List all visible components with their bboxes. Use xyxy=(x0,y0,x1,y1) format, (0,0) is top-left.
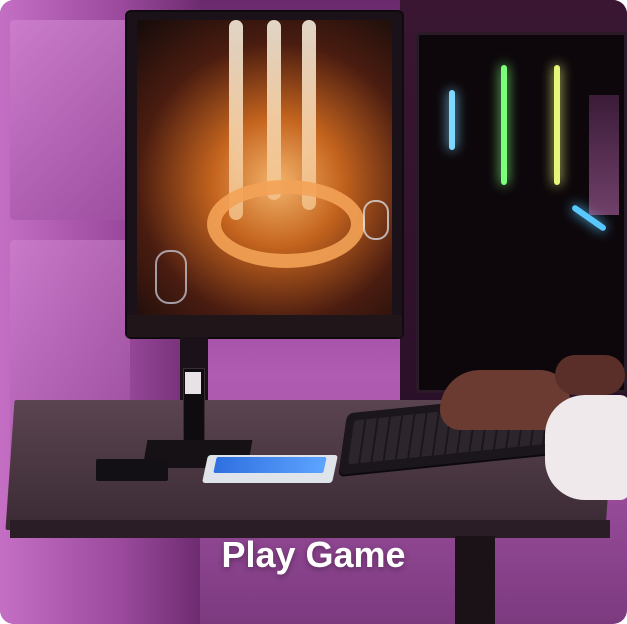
rgb-light xyxy=(554,65,560,185)
monitor-bezel xyxy=(127,315,402,337)
game-screen xyxy=(137,20,392,315)
ssd-label xyxy=(185,372,201,394)
enclosure-panel xyxy=(213,457,327,473)
usb-drive-icon xyxy=(96,459,168,481)
light-beam xyxy=(267,20,281,200)
pc-case-icon xyxy=(416,32,627,393)
rgb-light xyxy=(449,90,455,150)
hand-icon xyxy=(555,355,625,395)
fan-icon xyxy=(589,95,619,215)
hud-indicator-icon xyxy=(363,200,389,240)
hero-photo: Play Game xyxy=(0,0,627,624)
monitor-icon xyxy=(127,12,402,337)
game-ring xyxy=(207,180,365,268)
caption-title: Play Game xyxy=(221,534,406,575)
sleeve xyxy=(545,395,627,500)
rgb-light xyxy=(501,65,507,185)
hud-gauge-icon xyxy=(155,250,187,304)
window-panel xyxy=(10,20,130,220)
